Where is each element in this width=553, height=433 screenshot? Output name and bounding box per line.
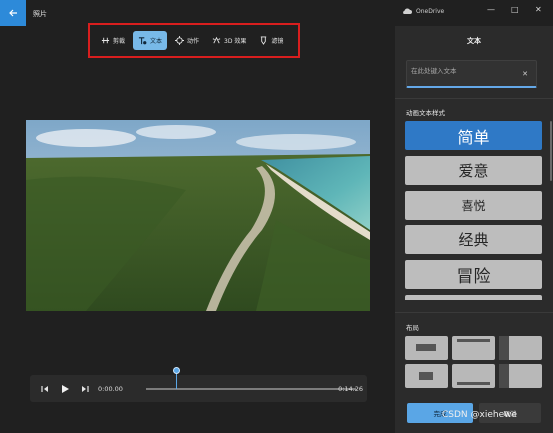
playhead-handle[interactable] bbox=[173, 367, 180, 374]
text-input-box: ✕ bbox=[406, 60, 537, 88]
text-input[interactable] bbox=[411, 67, 521, 75]
layout-left[interactable] bbox=[499, 364, 542, 388]
style-classic[interactable]: 经典 bbox=[405, 225, 542, 254]
play-icon bbox=[62, 384, 69, 393]
layout-glyph bbox=[457, 339, 490, 342]
layout-glyph bbox=[499, 364, 509, 388]
tool-3d-effects-label: 3D 效果 bbox=[224, 38, 247, 45]
divider bbox=[395, 312, 553, 313]
layout-glyph bbox=[499, 336, 509, 360]
prev-frame-button[interactable] bbox=[38, 382, 52, 396]
style-joy[interactable]: 喜悦 bbox=[405, 191, 542, 220]
layout-center-small[interactable] bbox=[405, 364, 448, 388]
divider bbox=[395, 98, 553, 99]
style-love[interactable]: 爱意 bbox=[405, 156, 542, 185]
tool-filter[interactable]: 滤镜 bbox=[254, 31, 288, 50]
back-button[interactable] bbox=[0, 0, 26, 26]
current-time: 0:00.00 bbox=[98, 384, 123, 393]
layout-right[interactable] bbox=[499, 336, 542, 360]
onedrive-label: OneDrive bbox=[416, 8, 445, 15]
motion-icon bbox=[175, 36, 185, 45]
text-icon bbox=[138, 37, 147, 45]
style-list-scrollbar[interactable] bbox=[550, 121, 552, 181]
close-button[interactable]: ✕ bbox=[535, 5, 542, 14]
panel-title: 文本 bbox=[467, 37, 481, 45]
style-simple[interactable]: 简单 bbox=[405, 121, 542, 150]
layout-glyph bbox=[416, 344, 436, 351]
tool-motion[interactable]: 动作 bbox=[170, 31, 204, 50]
play-button[interactable] bbox=[58, 382, 72, 396]
tool-trim-label: 剪裁 bbox=[113, 38, 126, 45]
layout-glyph bbox=[457, 382, 490, 385]
edit-toolbar: 剪裁 文本 动作 3D 效果 滤镜 bbox=[88, 23, 300, 58]
back-arrow-icon bbox=[9, 9, 17, 17]
watermark: CSDN @xiehewe bbox=[442, 410, 518, 420]
tool-3d-effects[interactable]: 3D 效果 bbox=[207, 31, 251, 50]
playhead-line bbox=[176, 373, 177, 389]
skip-forward-icon bbox=[82, 385, 89, 392]
style-adventure[interactable]: 冒险 bbox=[405, 260, 542, 289]
next-frame-button[interactable] bbox=[78, 382, 92, 396]
layout-top[interactable] bbox=[452, 336, 495, 360]
tool-text-label: 文本 bbox=[150, 38, 163, 45]
maximize-button[interactable]: □ bbox=[511, 5, 519, 14]
cloud-icon bbox=[403, 8, 412, 14]
window-titlebar: OneDrive — □ ✕ bbox=[395, 0, 553, 26]
tool-motion-label: 动作 bbox=[187, 38, 200, 45]
layout-center[interactable] bbox=[405, 336, 448, 360]
end-time: 0:14.26 bbox=[338, 385, 363, 393]
tool-trim[interactable]: 剪裁 bbox=[96, 31, 130, 50]
video-preview[interactable] bbox=[26, 120, 370, 311]
text-panel: 文本 ✕ 动画文本样式 简单 爱意 喜悦 经典 冒险 宁静 布局 bbox=[395, 26, 553, 433]
style-calm[interactable]: 宁静 bbox=[405, 295, 542, 300]
style-list: 简单 爱意 喜悦 经典 冒险 宁静 bbox=[405, 121, 543, 300]
skip-back-icon bbox=[41, 385, 48, 392]
layout-label: 布局 bbox=[406, 324, 419, 332]
minimize-button[interactable]: — bbox=[487, 5, 495, 14]
trim-icon bbox=[101, 37, 110, 44]
tool-filter-label: 滤镜 bbox=[271, 38, 284, 45]
onedrive-status[interactable]: OneDrive bbox=[402, 8, 444, 15]
filter-icon bbox=[261, 36, 267, 45]
layout-bottom[interactable] bbox=[452, 364, 495, 388]
layout-glyph bbox=[419, 372, 433, 380]
video-frame-image bbox=[26, 120, 370, 311]
tool-text[interactable]: 文本 bbox=[133, 31, 168, 50]
clear-icon[interactable]: ✕ bbox=[522, 70, 528, 78]
3d-effects-icon bbox=[212, 36, 221, 44]
timeline-track[interactable] bbox=[146, 388, 356, 390]
app-title: 照片 bbox=[33, 10, 47, 18]
playback-bar: 0:00.00 0:14.26 bbox=[30, 367, 367, 402]
styles-label: 动画文本样式 bbox=[406, 109, 445, 117]
